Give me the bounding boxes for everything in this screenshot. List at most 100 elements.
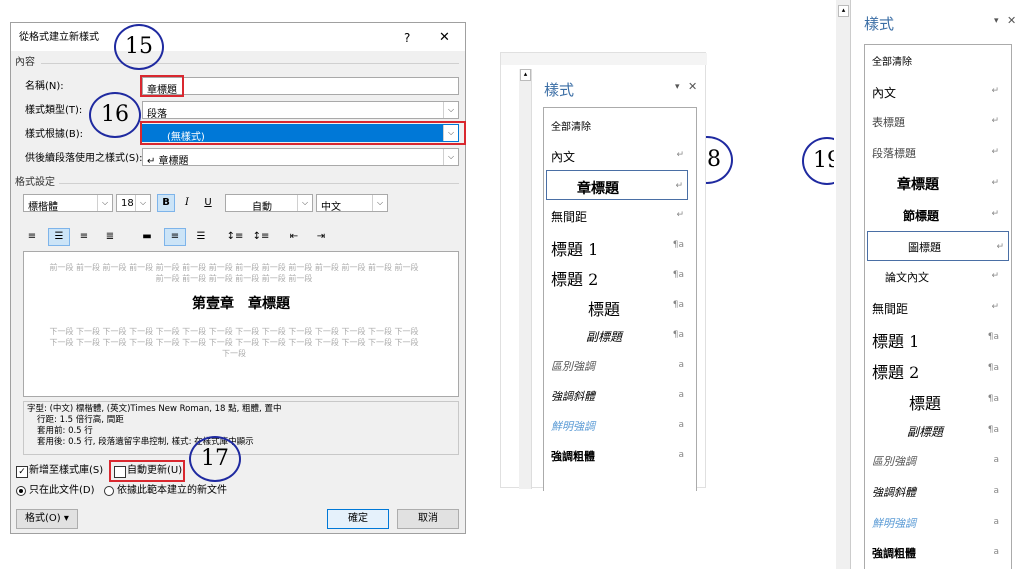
pane-title: 樣式	[864, 15, 895, 33]
style-item-no-spacing[interactable]: 無間距 ↵	[544, 200, 696, 230]
underline-button[interactable]: U	[199, 194, 217, 212]
font-color-value: 自動	[252, 202, 272, 213]
callout-16: 16	[89, 92, 141, 138]
language-value: 中文	[321, 202, 341, 213]
new-template-docs-radio[interactable]	[104, 486, 114, 496]
callout-15: 15	[114, 24, 164, 70]
italic-button[interactable]: I	[178, 194, 196, 212]
style-item-thesis-body[interactable]: 論文內文 ↵	[865, 261, 1011, 291]
style-item-paragraph-title[interactable]: 段落標題 ↵	[865, 137, 1011, 167]
style-item-emphasis[interactable]: 強調斜體 a	[544, 380, 696, 410]
description-line: 套用後: 0.5 行, 段落遺留字串控制, 樣式: 在樣式庫中顯示	[37, 437, 254, 447]
callout-17: 17	[189, 436, 241, 482]
divider	[41, 63, 459, 64]
description-line: 字型: (中文) 標楷體, (英文)Times New Roman, 18 點,…	[27, 404, 282, 414]
next-style-select[interactable]: ↵ 章標題 ⌵	[142, 148, 459, 167]
style-item-chapter-title[interactable]: 章標題 ↵	[865, 168, 1011, 198]
style-item-heading-2[interactable]: 標題 2 ¶a	[865, 353, 1011, 383]
close-icon[interactable]: ✕	[688, 81, 697, 92]
style-item-subtle-emphasis[interactable]: 區別強調 a	[544, 350, 696, 380]
chevron-down-icon: ⌵	[135, 195, 150, 211]
divider	[59, 183, 459, 184]
styles-pane-1: ▴ 樣式 ▾ ✕ 全部清除 內文 ↵ 章標題 ↵ 無間距 ↵ 標題 1 ¶a 標題 2 ¶…	[500, 52, 707, 491]
font-size-select[interactable]: 18 ⌵	[116, 194, 151, 212]
add-to-gallery-checkbox[interactable]: ✓	[16, 466, 28, 478]
vertical-scrollbar[interactable]: ▴	[836, 0, 851, 569]
style-item-intense-emphasis[interactable]: 鮮明強調 a	[544, 410, 696, 440]
vertical-scrollbar[interactable]: ▴	[519, 69, 532, 489]
add-to-gallery-label: 新增至樣式庫(S)	[29, 465, 104, 476]
style-item-subtitle[interactable]: 副標題 ¶a	[865, 415, 1011, 445]
only-this-document-radio[interactable]	[16, 486, 26, 496]
style-item-intense-emphasis[interactable]: 鮮明強調 a	[865, 507, 1011, 537]
help-button[interactable]: ?	[404, 32, 410, 44]
highlight-box	[109, 460, 185, 482]
name-input[interactable]: 章標題	[142, 77, 459, 96]
style-item-strong[interactable]: 強調粗體 a	[544, 440, 696, 470]
bold-button[interactable]: B	[157, 194, 175, 212]
close-icon[interactable]: ✕	[439, 31, 450, 44]
type-value: 段落	[147, 109, 167, 120]
type-label: 樣式類型(T):	[25, 105, 83, 116]
description-line: 套用前: 0.5 行	[37, 426, 93, 436]
style-item-heading-1[interactable]: 標題 1 ¶a	[865, 322, 1011, 352]
style-item-normal[interactable]: 內文 ↵	[544, 140, 696, 170]
new-template-docs-label: 依據此範本建立的新文件	[117, 485, 227, 496]
pane-options-icon[interactable]: ▾	[994, 17, 999, 26]
highlight-box	[140, 75, 184, 97]
style-item-title[interactable]: 標題 ¶a	[865, 384, 1011, 414]
style-item-no-spacing[interactable]: 無間距 ↵	[865, 292, 1011, 322]
name-label: 名稱(N):	[25, 81, 64, 92]
next-style-value: ↵ 章標題	[147, 156, 189, 167]
increase-spacing-icon[interactable]: ↕≡	[225, 228, 245, 246]
ok-button[interactable]: 確定	[327, 509, 389, 529]
style-item-normal[interactable]: 內文 ↵	[865, 76, 1011, 106]
increase-indent-icon[interactable]: ⇥	[312, 228, 330, 246]
pane-options-icon[interactable]: ▾	[675, 83, 680, 92]
style-item-subtitle[interactable]: 副標題 ¶a	[544, 320, 696, 350]
align-center-icon[interactable]: ☰	[48, 228, 70, 246]
pane-title: 樣式	[544, 81, 575, 99]
double-spacing-icon[interactable]: ☰	[192, 228, 210, 246]
pane-top-strip	[501, 53, 707, 65]
decrease-spacing-icon[interactable]: ↕≡	[251, 228, 271, 246]
based-label: 樣式根據(B):	[25, 129, 84, 140]
preview-title: 第壹章 章標題	[192, 296, 290, 312]
style-item-table-title[interactable]: 表標題 ↵	[865, 106, 1011, 136]
style-list: 全部清除 內文 ↵ 章標題 ↵ 無間距 ↵ 標題 1 ¶a 標題 2 ¶a 標題 ¶a 副標…	[543, 107, 697, 491]
section-format-label: 格式設定	[15, 177, 55, 188]
font-select[interactable]: 標楷體 ⌵	[23, 194, 113, 213]
align-left-icon[interactable]: ≡	[23, 228, 41, 246]
chevron-down-icon: ⌵	[443, 102, 458, 118]
style-description: 字型: (中文) 標楷體, (英文)Times New Roman, 18 點,…	[23, 401, 459, 455]
highlight-box	[140, 121, 466, 145]
style-item-figure-title[interactable]: 圖標題 ↵	[867, 231, 1009, 261]
style-item-heading-1[interactable]: 標題 1 ¶a	[544, 230, 696, 260]
style-item-emphasis[interactable]: 強調斜體 a	[865, 476, 1011, 506]
format-menu-button[interactable]: 格式(O) ▾	[16, 509, 78, 529]
style-item-clear-all[interactable]: 全部清除	[865, 45, 1011, 75]
type-select[interactable]: 段落 ⌵	[142, 101, 459, 120]
align-right-icon[interactable]: ≡	[75, 228, 93, 246]
justify-icon[interactable]: ≣	[101, 228, 119, 246]
close-icon[interactable]: ✕	[1007, 15, 1016, 26]
style-item-section-title[interactable]: 節標題 ↵	[865, 199, 1011, 229]
dialog-title: 從格式建立新樣式	[19, 32, 99, 43]
single-spacing-icon[interactable]: ▬	[138, 228, 156, 246]
style-item-title[interactable]: 標題 ¶a	[544, 290, 696, 320]
style-item-subtle-emphasis[interactable]: 區別強調 a	[865, 445, 1011, 475]
one-half-spacing-icon[interactable]: ≡	[164, 228, 186, 246]
description-line: 行距: 1.5 倍行高, 間距	[37, 415, 124, 425]
style-item-clear-all[interactable]: 全部清除	[544, 110, 696, 140]
style-item-chapter-title[interactable]: 章標題 ↵	[546, 170, 688, 200]
cancel-button[interactable]: 取消	[397, 509, 459, 529]
style-item-heading-2[interactable]: 標題 2 ¶a	[544, 260, 696, 290]
style-item-strong[interactable]: 強調粗體 a	[865, 537, 1011, 567]
language-select[interactable]: 中文 ⌵	[316, 194, 388, 213]
style-list: 全部清除 內文 ↵ 表標題 ↵ 段落標題 ↵ 章標題 ↵ 節標題 ↵ 圖標題 ↵ 論文內文 ↵…	[864, 44, 1012, 569]
chevron-down-icon: ⌵	[372, 195, 387, 211]
decrease-indent-icon[interactable]: ⇤	[285, 228, 303, 246]
font-color-select[interactable]: 自動 ⌵	[225, 194, 313, 213]
font-value: 標楷體	[28, 202, 58, 213]
section-content-label: 內容	[15, 57, 35, 68]
